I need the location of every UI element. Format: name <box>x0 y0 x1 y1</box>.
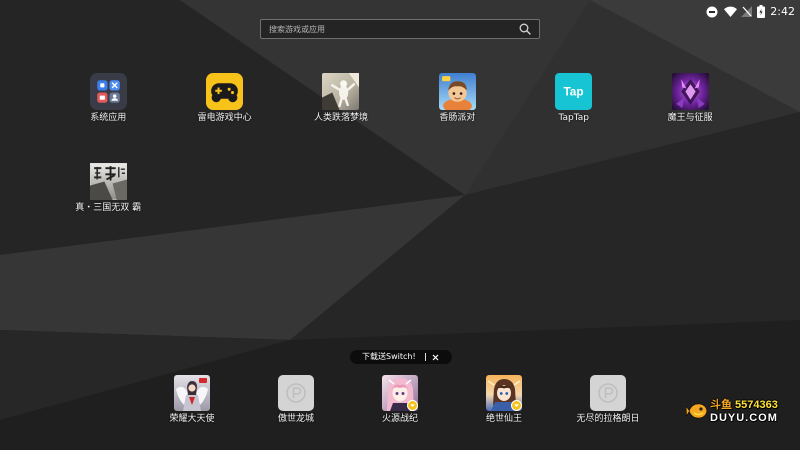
badge-icon <box>511 400 522 411</box>
clock: 2:42 <box>770 5 795 18</box>
app-label: 系统应用 <box>90 113 127 123</box>
taptap-logo-icon: Tap <box>555 73 593 110</box>
app-label: 真・三国无双 霸 <box>75 203 142 213</box>
game-cover-icon <box>486 375 522 411</box>
app-label: 无尽的拉格朗日 <box>576 414 640 424</box>
app-label: TapTap <box>558 113 589 123</box>
watermark-domain: DUYU.COM <box>710 411 778 424</box>
home-app-game-center[interactable]: 雷电游戏中心 <box>166 73 282 163</box>
game-cover-icon <box>382 375 418 411</box>
taptap-logo-text: Tap <box>564 85 584 99</box>
app-label: 荣耀大天使 <box>169 414 215 424</box>
recommended-apps-dock: 荣耀大天使 傲世龙城 火源战纪 绝世仙王 无尽的拉格朗日 <box>140 375 660 425</box>
home-app-grid: 系统应用 雷电游戏中心 人类跌落梦境 香肠派对 Tap TapTap 魔王与征服… <box>50 73 748 253</box>
battery-icon <box>757 5 766 18</box>
dock-app-aoshi-longcheng[interactable]: 傲世龙城 <box>244 375 348 425</box>
placeholder-app-icon <box>278 375 314 411</box>
home-app-mowang-yu-zhengfu[interactable]: 魔王与征服 <box>632 73 748 163</box>
tooltip-divider <box>424 353 426 361</box>
close-icon <box>432 354 439 360</box>
no-signal-icon <box>741 6 753 17</box>
tooltip-close-button[interactable] <box>431 353 440 362</box>
home-app-system-apps[interactable]: 系统应用 <box>50 73 166 163</box>
watermark-text: 斗鱼 5574363 DUYU.COM <box>710 398 778 425</box>
home-app-xiangchang-paidui[interactable]: 香肠派对 <box>399 73 515 163</box>
do-not-disturb-icon <box>706 6 718 17</box>
app-label: 绝世仙王 <box>485 414 522 424</box>
search-input[interactable] <box>261 20 518 38</box>
app-label: 人类跌落梦境 <box>313 113 368 123</box>
stream-watermark: 斗鱼 5574363 DUYU.COM <box>686 396 778 426</box>
game-cover-icon <box>322 73 360 110</box>
placeholder-app-icon <box>590 375 626 411</box>
watermark-line: 斗鱼 5574363 <box>710 398 778 412</box>
gamepad-icon <box>206 73 244 110</box>
watermark-brand: 斗鱼 <box>710 397 732 411</box>
home-app-zhen-sanguo-wushuang-ba[interactable]: 真・三国无双 霸 <box>50 163 166 253</box>
app-label: 傲世龙城 <box>277 414 314 424</box>
home-app-taptap[interactable]: Tap TapTap <box>516 73 632 163</box>
status-bar: 2:42 <box>706 4 795 19</box>
douyu-fish-logo-icon <box>686 403 708 419</box>
search-bar[interactable] <box>260 19 540 39</box>
badge-icon <box>407 400 418 411</box>
watermark-room-id: 5574363 <box>735 398 778 411</box>
dock-app-rongyao-da-tianshi[interactable]: 荣耀大天使 <box>140 375 244 425</box>
game-cover-icon <box>174 375 210 411</box>
dock-app-jueshi-xianwang[interactable]: 绝世仙王 <box>452 375 556 425</box>
home-app-renlei-dieluo-mengjing[interactable]: 人类跌落梦境 <box>283 73 399 163</box>
app-label: 火源战纪 <box>381 414 418 424</box>
app-label: 香肠派对 <box>439 113 476 123</box>
wifi-icon <box>724 6 738 17</box>
dock-app-huoyuan-zhanji[interactable]: 火源战纪 <box>348 375 452 425</box>
game-cover-icon <box>438 73 476 110</box>
app-label: 魔王与征服 <box>667 113 713 123</box>
game-cover-icon <box>89 163 127 200</box>
dock-app-wujin-de-lagelangri[interactable]: 无尽的拉格朗日 <box>556 375 660 425</box>
promo-tooltip[interactable]: 下载送Switch! <box>350 350 452 364</box>
search-button[interactable] <box>518 23 531 36</box>
search-icon <box>519 23 531 35</box>
game-cover-icon <box>671 73 709 110</box>
folder-icon <box>89 73 127 110</box>
app-label: 雷电游戏中心 <box>197 113 252 123</box>
promo-tooltip-text: 下载送Switch! <box>362 352 416 361</box>
